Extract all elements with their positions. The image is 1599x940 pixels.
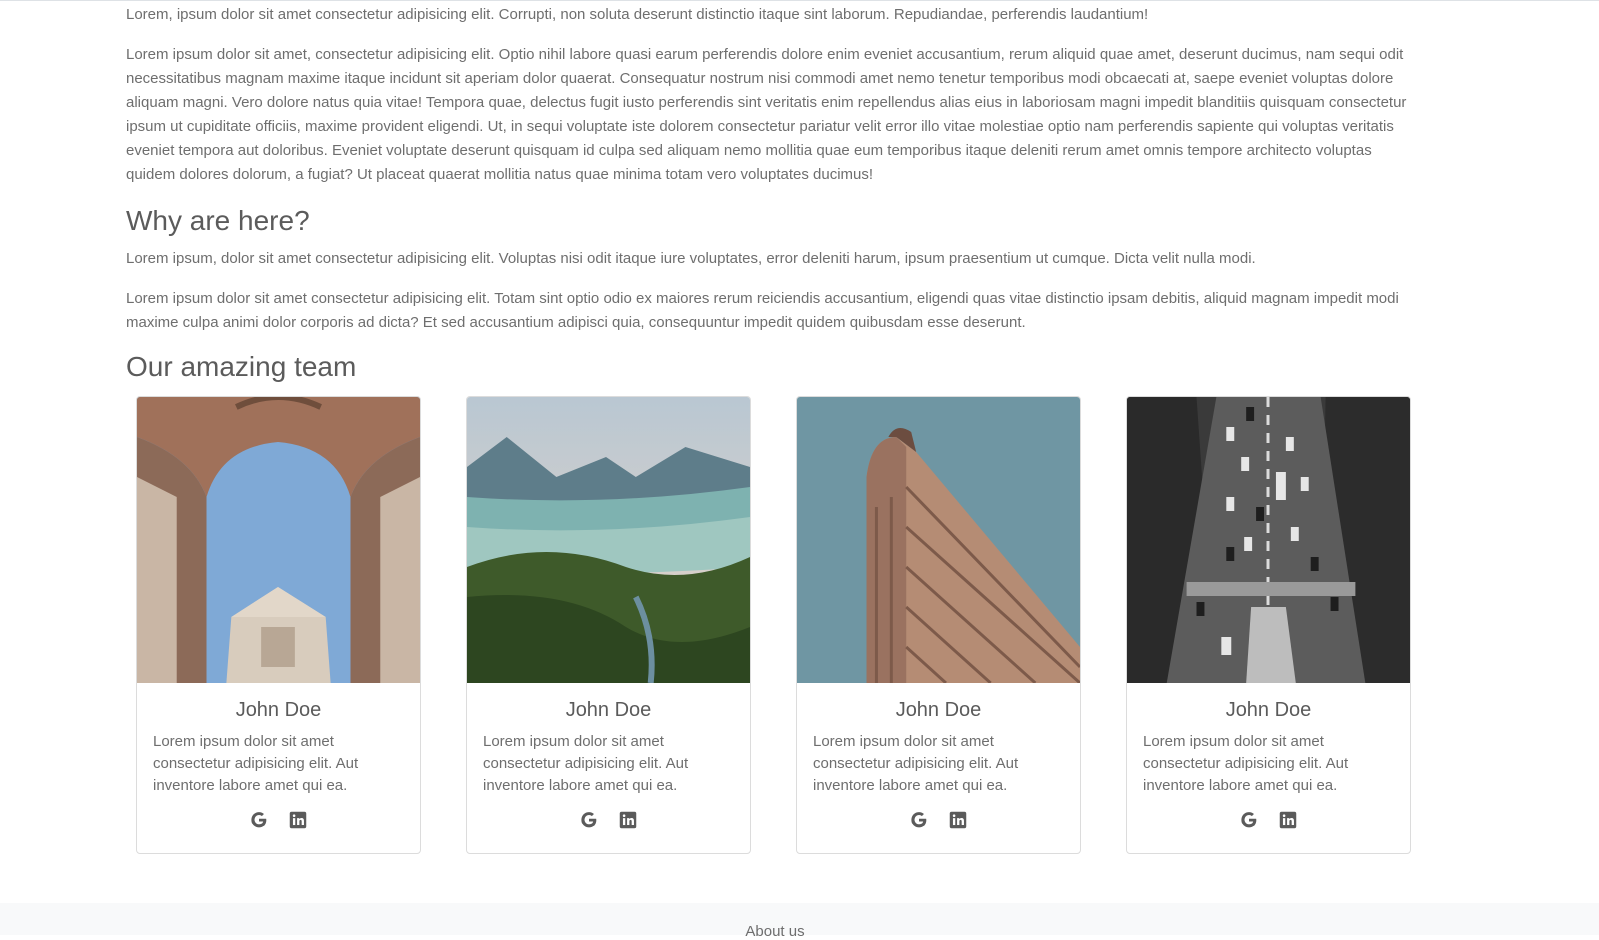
- team-cards: John Doe Lorem ipsum dolor sit amet cons…: [136, 396, 1416, 856]
- member-description: Lorem ipsum dolor sit amet consectetur a…: [483, 733, 689, 794]
- team-heading: Our amazing team: [126, 351, 357, 382]
- footer: About us: [0, 903, 1599, 940]
- google-icon[interactable]: [908, 809, 930, 831]
- linkedin-icon[interactable]: [947, 809, 969, 831]
- member-name: John Doe: [565, 699, 652, 721]
- top-divider: [0, 0, 1599, 1]
- footer-about-link[interactable]: About us: [0, 923, 1550, 940]
- member-name: John Doe: [895, 699, 982, 721]
- main-content: Lorem, ipsum dolor sit amet consectetur …: [126, 3, 1416, 393]
- team-card: John Doe Lorem ipsum dolor sit amet cons…: [136, 396, 421, 854]
- team-card: John Doe Lorem ipsum dolor sit amet cons…: [1126, 396, 1411, 854]
- why-paragraph-2: Lorem ipsum dolor sit amet consectetur a…: [126, 290, 1399, 331]
- intro-paragraph-2: Lorem ipsum dolor sit amet, consectetur …: [126, 46, 1407, 183]
- why-paragraph-1: Lorem ipsum, dolor sit amet consectetur …: [126, 250, 1256, 267]
- team-card: John Doe Lorem ipsum dolor sit amet cons…: [466, 396, 751, 854]
- member-description: Lorem ipsum dolor sit amet consectetur a…: [813, 733, 1019, 794]
- linkedin-icon[interactable]: [617, 809, 639, 831]
- member-description: Lorem ipsum dolor sit amet consectetur a…: [153, 733, 359, 794]
- social-links: [137, 809, 420, 831]
- member-name: John Doe: [235, 699, 322, 721]
- why-heading: Why are here?: [126, 205, 310, 236]
- google-icon[interactable]: [578, 809, 600, 831]
- social-links: [1127, 809, 1410, 831]
- google-icon[interactable]: [1238, 809, 1260, 831]
- linkedin-icon[interactable]: [287, 809, 309, 831]
- member-description: Lorem ipsum dolor sit amet consectetur a…: [1143, 733, 1349, 794]
- team-card: John Doe Lorem ipsum dolor sit amet cons…: [796, 396, 1081, 854]
- member-name: John Doe: [1225, 699, 1312, 721]
- linkedin-icon[interactable]: [1277, 809, 1299, 831]
- team-photo-mountain-lake: [467, 397, 750, 683]
- google-icon[interactable]: [248, 809, 270, 831]
- team-photo-flatiron-building: [797, 397, 1080, 683]
- team-photo-aerial-traffic: [1127, 397, 1410, 683]
- social-links: [467, 809, 750, 831]
- intro-paragraph-1: Lorem, ipsum dolor sit amet consectetur …: [126, 6, 1149, 23]
- team-photo-building-courtyard: [137, 397, 420, 683]
- social-links: [797, 809, 1080, 831]
